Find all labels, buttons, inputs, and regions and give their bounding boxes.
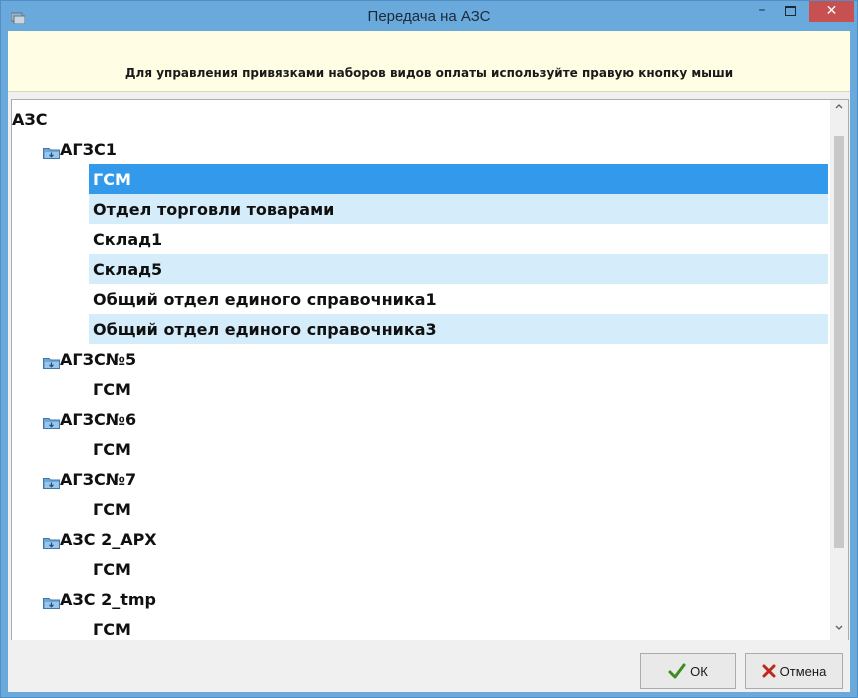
maximize-button[interactable]	[777, 1, 803, 23]
tree-item-background	[89, 494, 828, 524]
tree-station-node[interactable]: АГЗС№5	[12, 344, 828, 374]
folder-icon[interactable]	[43, 594, 60, 609]
tree-item-background	[89, 224, 828, 254]
minimize-button[interactable]: –	[749, 1, 775, 23]
folder-icon[interactable]	[43, 144, 60, 159]
checkmark-icon	[668, 663, 686, 679]
tree-item[interactable]: ГСМ	[12, 374, 828, 404]
tree-item[interactable]: Отдел торговли товарами	[12, 194, 828, 224]
scroll-thumb[interactable]	[834, 136, 844, 548]
tree-root-label: АЗС	[12, 110, 48, 129]
tree-item-label: ГСМ	[93, 500, 131, 519]
tree-item-label: Склад5	[93, 260, 163, 279]
station-tree-panel[interactable]: АЗС АГЗС1 ГСМ Отдел торговли товарами Склад1…	[11, 99, 849, 641]
tree-station-label: АГЗС№5	[60, 350, 137, 369]
tree-station-label: АЗС 2_АРХ	[60, 530, 157, 549]
close-icon: ✕	[825, 3, 838, 19]
tree-item[interactable]: Общий отдел единого справочника1	[12, 284, 828, 314]
tree-station-node[interactable]: АЗС 2_tmp	[12, 584, 828, 614]
scroll-up-button[interactable]	[830, 100, 848, 118]
folder-icon[interactable]	[43, 414, 60, 429]
tree-station-label: АГЗС1	[60, 140, 117, 159]
info-text: Для управления привязками наборов видов …	[124, 66, 734, 80]
tree-item-background	[89, 614, 828, 640]
tree-item-label: Общий отдел единого справочника3	[93, 320, 437, 339]
tree-item-background	[89, 254, 828, 284]
tree-station-label: АЗС 2_tmp	[60, 590, 156, 609]
tree-item[interactable]: ГСМ	[12, 614, 828, 640]
tree-item-selected[interactable]: ГСМ	[12, 164, 828, 194]
ok-label: ОК	[690, 663, 708, 679]
cancel-button[interactable]: Отмена	[745, 653, 843, 689]
folder-icon[interactable]	[43, 474, 60, 489]
maximize-icon	[785, 6, 796, 16]
tree-item[interactable]: Склад5	[12, 254, 828, 284]
scroll-down-button[interactable]	[830, 622, 848, 640]
tree-item-background	[89, 164, 828, 194]
tree-item-label: ГСМ	[93, 170, 131, 189]
tree-item[interactable]: Общий отдел единого справочника3	[12, 314, 828, 344]
tree-item-label: Отдел торговли товарами	[93, 200, 335, 219]
vertical-scrollbar[interactable]	[830, 100, 848, 640]
tree-item-background	[89, 434, 828, 464]
dialog-window: Передача на АЗС – ✕ Для управления привя…	[0, 0, 858, 698]
minimize-icon: –	[758, 2, 766, 18]
close-button[interactable]: ✕	[809, 1, 854, 22]
folder-icon[interactable]	[43, 534, 60, 549]
info-banner: Для управления привязками наборов видов …	[8, 31, 850, 92]
title-bar[interactable]: Передача на АЗС – ✕	[1, 1, 857, 31]
tree-item[interactable]: ГСМ	[12, 434, 828, 464]
tree-item-background	[89, 374, 828, 404]
cancel-label: Отмена	[779, 663, 827, 679]
dialog-client-area: Для управления привязками наборов видов …	[8, 31, 850, 692]
button-bar: ОК Отмена	[8, 640, 850, 692]
tree-station-node[interactable]: АЗС 2_АРХ	[12, 524, 828, 554]
tree-item-label: ГСМ	[93, 380, 131, 399]
tree-station-label: АГЗС№6	[60, 410, 137, 429]
chevron-down-icon	[835, 625, 843, 630]
tree-item-label: ГСМ	[93, 560, 131, 579]
folder-icon[interactable]	[43, 354, 60, 369]
chevron-up-icon	[835, 104, 843, 109]
tree-item-label: ГСМ	[93, 440, 131, 459]
tree-item[interactable]: Склад1	[12, 224, 828, 254]
tree-station-node[interactable]: АГЗС1	[12, 134, 828, 164]
tree-item-label: Общий отдел единого справочника1	[93, 290, 437, 309]
tree-item-background	[89, 554, 828, 584]
tree-station-node[interactable]: АГЗС№7	[12, 464, 828, 494]
tree-item-label: Склад1	[93, 230, 163, 249]
tree-item-label: ГСМ	[93, 620, 131, 639]
tree-item[interactable]: ГСМ	[12, 494, 828, 524]
window-title: Передача на АЗС	[367, 8, 491, 25]
tree-station-node[interactable]: АГЗС№6	[12, 404, 828, 434]
tree-root-node[interactable]: АЗС	[12, 104, 828, 134]
x-icon	[762, 664, 776, 678]
ok-button[interactable]: ОК	[640, 653, 736, 689]
tree-item[interactable]: ГСМ	[12, 554, 828, 584]
tree-station-label: АГЗС№7	[60, 470, 137, 489]
station-tree[interactable]: АЗС АГЗС1 ГСМ Отдел торговли товарами Склад1…	[12, 104, 828, 640]
